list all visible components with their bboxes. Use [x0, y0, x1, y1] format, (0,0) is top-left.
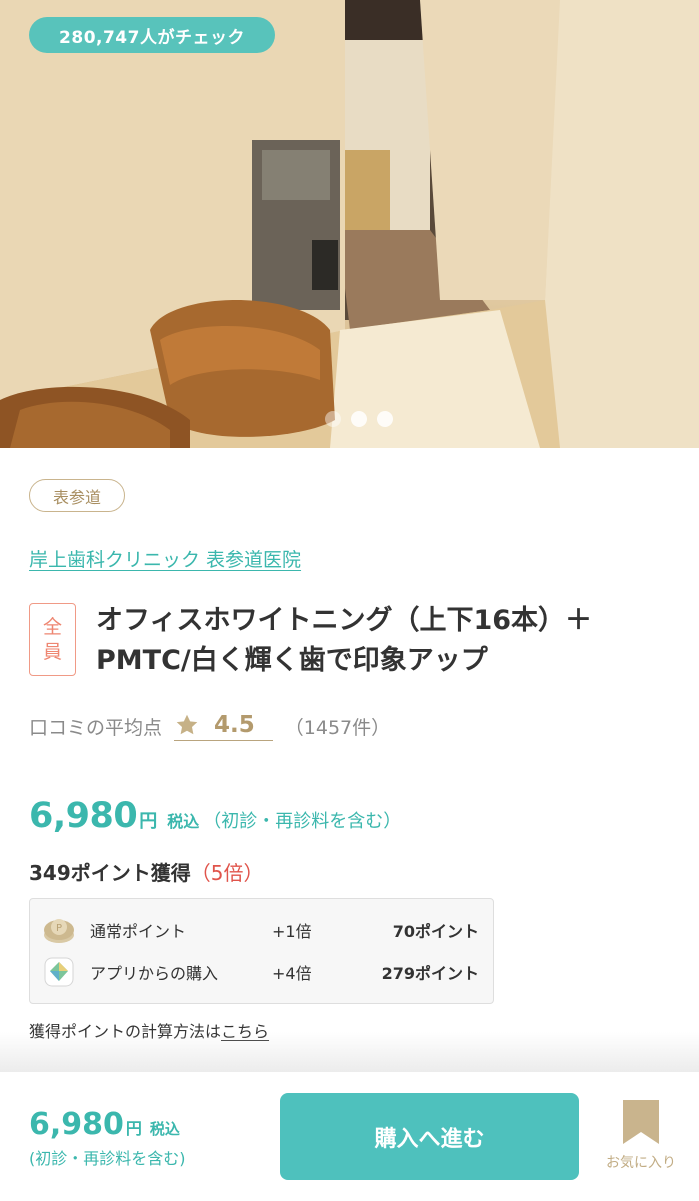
rating-label: 口コミの平均点: [29, 716, 163, 739]
bottom-purchase-bar: 6,980 円 税込 (初診・再診料を含む) 購入へ進む お気に入り: [0, 1071, 699, 1201]
carousel-indicator: [0, 411, 699, 427]
bottom-price-tax: 税込: [149, 1120, 180, 1138]
points-row-label: アプリからの購入: [90, 964, 219, 983]
gender-badge-char-1: 全: [42, 615, 62, 638]
points-row-label: 通常ポイント: [90, 922, 187, 941]
points-breakdown-box: P 通常ポイント +1倍 70ポイント アプリからの購入 +4倍 279ポイント: [29, 898, 494, 1004]
price-tax-label: 税込: [167, 812, 200, 831]
carousel-dot-1[interactable]: [324, 411, 341, 427]
rating-link[interactable]: 4.5: [174, 712, 273, 741]
clinic-interior-photo: [0, 0, 699, 448]
points-row-rate: +1倍: [272, 922, 312, 941]
carousel-dot-3[interactable]: [376, 411, 393, 427]
points-row-rate: +4倍: [272, 964, 312, 983]
svg-text:P: P: [56, 923, 62, 934]
rating-value: 4.5: [214, 711, 255, 738]
points-row-normal: P 通常ポイント +1倍 70ポイント: [30, 910, 495, 950]
points-multiplier: （5倍）: [190, 861, 264, 885]
bookmark-icon: [623, 1100, 659, 1144]
clinic-photo-carousel[interactable]: 280,747人がチェック: [0, 0, 699, 448]
bottom-price: 6,980 円 税込: [29, 1107, 180, 1142]
points-row-value: 279ポイント: [381, 964, 479, 983]
bottom-price-note: (初診・再診料を含む): [29, 1149, 186, 1168]
price-amount: 6,980: [29, 796, 138, 836]
menu-title: オフィスホワイトニング（上下16本）＋ PMTC/白く輝く歯で印象アップ: [96, 601, 686, 681]
coin-icon: P: [44, 919, 74, 943]
points-row-value: 70ポイント: [392, 922, 479, 941]
purchase-button[interactable]: 購入へ進む: [280, 1093, 579, 1180]
gender-badge: 全 員: [29, 603, 76, 676]
clinic-name-link[interactable]: 岸上歯科クリニック 表参道医院: [29, 545, 301, 572]
bottom-bar-shadow: [0, 1032, 699, 1072]
points-earned-text: 349ポイント獲得: [29, 861, 191, 885]
review-count: （1457件）: [284, 716, 391, 739]
star-icon: [176, 714, 198, 734]
gender-badge-char-2: 員: [42, 640, 62, 663]
menu-title-line-2: PMTC/白く輝く歯で印象アップ: [96, 645, 488, 676]
app-icon: [44, 957, 74, 987]
points-earned: 349ポイント獲得（5倍）: [29, 857, 263, 886]
price-note: （初診・再診料を含む）: [203, 811, 402, 832]
favorite-label: お気に入り: [606, 1155, 676, 1171]
carousel-dot-2[interactable]: [350, 411, 367, 427]
rating-row: 口コミの平均点 4.5 （1457件）: [29, 709, 390, 743]
area-tag[interactable]: 表参道: [29, 479, 125, 512]
bottom-price-unit: 円: [125, 1119, 142, 1138]
price-unit: 円: [139, 811, 158, 832]
view-count-badge: 280,747人がチェック: [29, 17, 275, 53]
menu-title-line-1: オフィスホワイトニング（上下16本）＋: [96, 605, 593, 636]
bottom-price-amount: 6,980: [29, 1107, 124, 1142]
price-row: 6,980 円 税込 （初診・再診料を含む）: [29, 796, 401, 836]
favorite-button[interactable]: お気に入り: [598, 1098, 684, 1178]
points-row-app: アプリからの購入 +4倍 279ポイント: [30, 952, 495, 992]
